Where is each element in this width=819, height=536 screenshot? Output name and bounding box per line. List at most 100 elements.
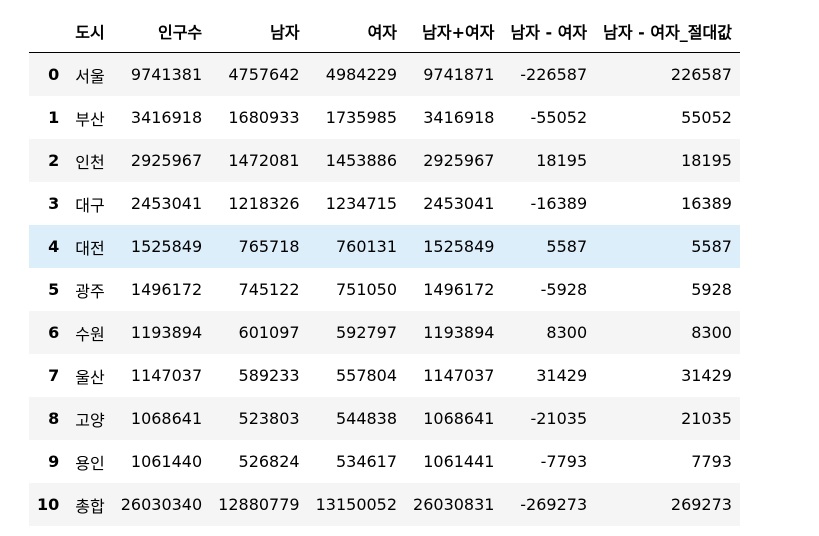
male-cell: 526824: [238, 452, 300, 471]
row-index: 10: [37, 495, 60, 514]
city-cell: 총합: [75, 496, 105, 516]
male-plus-female-cell: 1068641: [423, 409, 495, 428]
row-index: 2: [48, 151, 60, 170]
row-index: 1: [48, 108, 60, 127]
male-minus-female-cell: 5587: [546, 237, 588, 256]
header-row: 도시 인구수 남자 여자 남자+여자 남자 - 여자 남자 - 여자_절대값: [29, 10, 740, 53]
female-cell: 1453886: [325, 151, 398, 170]
population-cell: 1068641: [130, 409, 203, 428]
row-index: 6: [48, 323, 60, 342]
male-minus-female-cell: -7793: [540, 452, 588, 471]
population-cell: 2925967: [130, 151, 203, 170]
male-minus-female-cell: -5928: [540, 280, 588, 299]
male-cell: 1218326: [228, 194, 300, 213]
male-cell: 1472081: [228, 151, 300, 170]
table-row: 10 총합 26030340 12880779 13150052 26030831 -269…: [29, 483, 740, 526]
female-cell: 592797: [335, 323, 398, 342]
table-row: 5 광주 1496172 745122 751050 1496172 -5928 5928: [29, 268, 740, 311]
column-header-abs-difference: 남자 - 여자_절대값: [595, 10, 740, 53]
abs-difference-cell: 16389: [681, 194, 732, 213]
population-cell: 9741381: [130, 65, 203, 84]
column-header-female: 여자: [307, 10, 406, 53]
table-header: 도시 인구수 남자 여자 남자+여자 남자 - 여자 남자 - 여자_절대값: [29, 10, 740, 53]
male-cell: 589233: [238, 366, 300, 385]
table-row: 2 인천 2925967 1472081 1453886 2925967 18195 1819…: [29, 139, 740, 182]
male-cell: 12880779: [218, 495, 300, 514]
male-minus-female-cell: 31429: [536, 366, 588, 385]
column-header-male: 남자: [210, 10, 308, 53]
population-cell: 1061440: [130, 452, 203, 471]
row-index: 3: [48, 194, 60, 213]
male-plus-female-cell: 9741871: [423, 65, 495, 84]
female-cell: 751050: [335, 280, 398, 299]
abs-difference-cell: 226587: [670, 65, 732, 84]
city-cell: 고양: [75, 410, 105, 430]
population-cell: 2453041: [130, 194, 203, 213]
female-cell: 13150052: [315, 495, 398, 514]
male-plus-female-cell: 1147037: [423, 366, 495, 385]
male-plus-female-cell: 1193894: [423, 323, 495, 342]
male-plus-female-cell: 2453041: [423, 194, 495, 213]
male-minus-female-cell: -269273: [520, 495, 588, 514]
row-index: 5: [48, 280, 60, 299]
row-index: 9: [48, 452, 60, 471]
column-header-population: 인구수: [112, 10, 211, 53]
male-minus-female-cell: -21035: [530, 409, 588, 428]
table-row: 7 울산 1147037 589233 557804 1147037 31429 31429: [29, 354, 740, 397]
city-cell: 울산: [75, 367, 105, 387]
male-cell: 1680933: [228, 108, 300, 127]
male-plus-female-cell: 1525849: [423, 237, 495, 256]
index-header: [29, 10, 68, 53]
city-cell: 수원: [75, 324, 105, 344]
male-plus-female-cell: 26030831: [413, 495, 495, 514]
abs-difference-cell: 55052: [681, 108, 732, 127]
abs-difference-cell: 31429: [681, 366, 732, 385]
row-index: 7: [48, 366, 60, 385]
city-cell: 서울: [75, 66, 105, 86]
population-cell: 3416918: [130, 108, 203, 127]
female-cell: 557804: [335, 366, 398, 385]
male-cell: 745122: [238, 280, 300, 299]
row-index: 4: [48, 237, 60, 256]
population-cell: 26030340: [120, 495, 203, 514]
male-cell: 601097: [238, 323, 300, 342]
population-cell: 1525849: [130, 237, 203, 256]
table-row: 6 수원 1193894 601097 592797 1193894 8300 8300: [29, 311, 740, 354]
city-cell: 인천: [75, 152, 105, 172]
abs-difference-cell: 8300: [691, 323, 732, 342]
abs-difference-cell: 5928: [691, 280, 732, 299]
city-cell: 광주: [75, 281, 105, 301]
population-cell: 1147037: [130, 366, 203, 385]
table-row: 8 고양 1068641 523803 544838 1068641 -21035 21035: [29, 397, 740, 440]
male-plus-female-cell: 3416918: [423, 108, 495, 127]
male-minus-female-cell: -226587: [520, 65, 588, 84]
population-cell: 1193894: [130, 323, 203, 342]
male-plus-female-cell: 1061441: [423, 452, 495, 471]
column-header-male-plus-female: 남자+여자: [405, 10, 503, 53]
male-minus-female-cell: 18195: [536, 151, 588, 170]
column-header-male-minus-female: 남자 - 여자: [502, 10, 596, 53]
male-cell: 523803: [238, 409, 300, 428]
female-cell: 1234715: [325, 194, 398, 213]
city-cell: 용인: [75, 453, 105, 473]
male-plus-female-cell: 2925967: [423, 151, 495, 170]
female-cell: 544838: [335, 409, 398, 428]
table-row: 0 서울 9741381 4757642 4984229 9741871 -226587 22…: [29, 52, 740, 96]
male-cell: 4757642: [228, 65, 300, 84]
male-plus-female-cell: 1496172: [423, 280, 495, 299]
abs-difference-cell: 21035: [681, 409, 732, 428]
female-cell: 1735985: [325, 108, 398, 127]
table-row: 9 용인 1061440 526824 534617 1061441 -7793 7793: [29, 440, 740, 483]
row-index: 0: [48, 65, 60, 84]
female-cell: 4984229: [325, 65, 398, 84]
city-cell: 부산: [75, 109, 105, 129]
table-body: 0 서울 9741381 4757642 4984229 9741871 -226587 22…: [29, 52, 740, 526]
city-cell: 대전: [75, 238, 105, 258]
male-minus-female-cell: -16389: [530, 194, 588, 213]
table-row: 3 대구 2453041 1218326 1234715 2453041 -16389 163…: [29, 182, 740, 225]
dataframe-output: 도시 인구수 남자 여자 남자+여자 남자 - 여자 남자 - 여자_절대값 0…: [29, 10, 740, 526]
abs-difference-cell: 5587: [691, 237, 732, 256]
row-index: 8: [48, 409, 60, 428]
female-cell: 534617: [335, 452, 398, 471]
male-minus-female-cell: -55052: [530, 108, 588, 127]
